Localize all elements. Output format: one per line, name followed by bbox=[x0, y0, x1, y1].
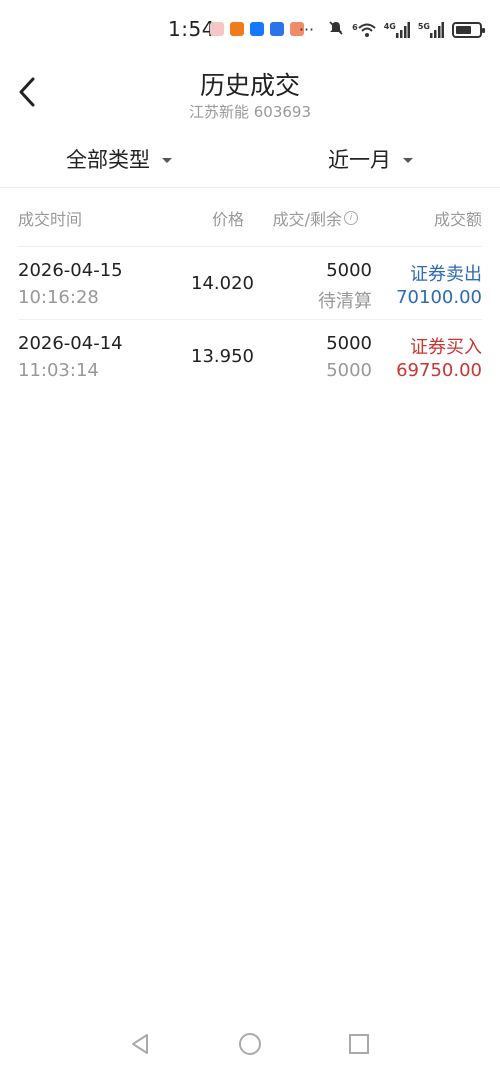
stock-subtitle: 江苏新能 603693 bbox=[188, 103, 312, 121]
signal-4g-icon: 4G bbox=[384, 22, 410, 38]
mute-icon bbox=[328, 20, 344, 40]
column-header-volume: 成交/剩余 i bbox=[273, 206, 358, 230]
triangle-back-icon bbox=[132, 1034, 148, 1054]
trade-price: 14.020 bbox=[191, 273, 254, 294]
system-nav-bar bbox=[0, 1020, 500, 1076]
page-header: 历史成交 江苏新能 603693 bbox=[0, 60, 500, 130]
taobao-app-icon bbox=[230, 22, 244, 36]
table-row[interactable]: 2026-04-14 11:03:14 13.950 5000 5000 证券买… bbox=[18, 319, 482, 392]
browser-app-icon bbox=[270, 22, 284, 36]
mail-app-icon bbox=[210, 22, 224, 36]
period-filter-dropdown[interactable]: 近一月 bbox=[328, 144, 413, 174]
type-filter-dropdown[interactable]: 全部类型 bbox=[66, 144, 172, 174]
trade-time: 10:16:28 bbox=[18, 287, 99, 308]
trade-remaining: 待清算 bbox=[318, 291, 372, 312]
status-time: 1:54 bbox=[168, 17, 215, 41]
battery-level bbox=[456, 26, 471, 34]
trade-date: 2026-04-14 bbox=[18, 333, 123, 354]
column-header-time: 成交时间 bbox=[18, 210, 83, 229]
type-filter-label: 全部类型 bbox=[66, 148, 150, 172]
notification-app-icons bbox=[210, 22, 304, 36]
trade-price: 13.950 bbox=[191, 346, 254, 367]
filter-bar: 全部类型 近一月 bbox=[0, 130, 500, 188]
column-header-amount: 成交额 bbox=[433, 210, 482, 229]
system-icons: ··· 6 4G 5G bbox=[298, 20, 485, 40]
table-row[interactable]: 2026-04-15 10:16:28 14.020 5000 待清算 证券卖出… bbox=[18, 246, 482, 319]
trade-type: 证券卖出 bbox=[410, 264, 482, 285]
nav-recents-button[interactable] bbox=[347, 1032, 371, 1056]
trade-remaining: 5000 bbox=[326, 360, 372, 381]
trade-list: 2026-04-15 10:16:28 14.020 5000 待清算 证券卖出… bbox=[0, 246, 500, 392]
circle-home-icon bbox=[239, 1033, 261, 1055]
column-header-volume-label: 成交/剩余 bbox=[272, 210, 342, 229]
wifi-icon: 6 bbox=[352, 23, 376, 37]
nav-back-button[interactable] bbox=[128, 1032, 152, 1056]
trade-volume: 5000 bbox=[326, 260, 372, 281]
info-icon[interactable]: i bbox=[344, 211, 358, 225]
trade-volume: 5000 bbox=[326, 333, 372, 354]
caret-down-icon bbox=[162, 158, 172, 163]
trade-time: 11:03:14 bbox=[18, 360, 99, 381]
caret-down-icon bbox=[403, 158, 413, 163]
alipay-app-icon bbox=[250, 22, 264, 36]
battery-icon bbox=[452, 22, 485, 38]
nav-home-button[interactable] bbox=[238, 1032, 262, 1056]
column-header-price: 价格 bbox=[211, 210, 244, 229]
trade-type: 证券买入 bbox=[410, 337, 482, 358]
trade-amount: 69750.00 bbox=[396, 360, 482, 381]
trade-date: 2026-04-15 bbox=[18, 260, 123, 281]
status-bar: 1:54 ··· 6 4G 5G bbox=[0, 0, 500, 60]
table-header: 成交时间 价格 成交/剩余 i 成交额 bbox=[0, 188, 500, 246]
overflow-dots: ··· bbox=[298, 20, 315, 39]
page-title: 历史成交 bbox=[199, 71, 300, 100]
period-filter-label: 近一月 bbox=[328, 148, 391, 172]
square-recents-icon bbox=[349, 1034, 369, 1054]
trade-amount: 70100.00 bbox=[396, 287, 482, 308]
signal-5g-icon: 5G bbox=[418, 22, 444, 38]
